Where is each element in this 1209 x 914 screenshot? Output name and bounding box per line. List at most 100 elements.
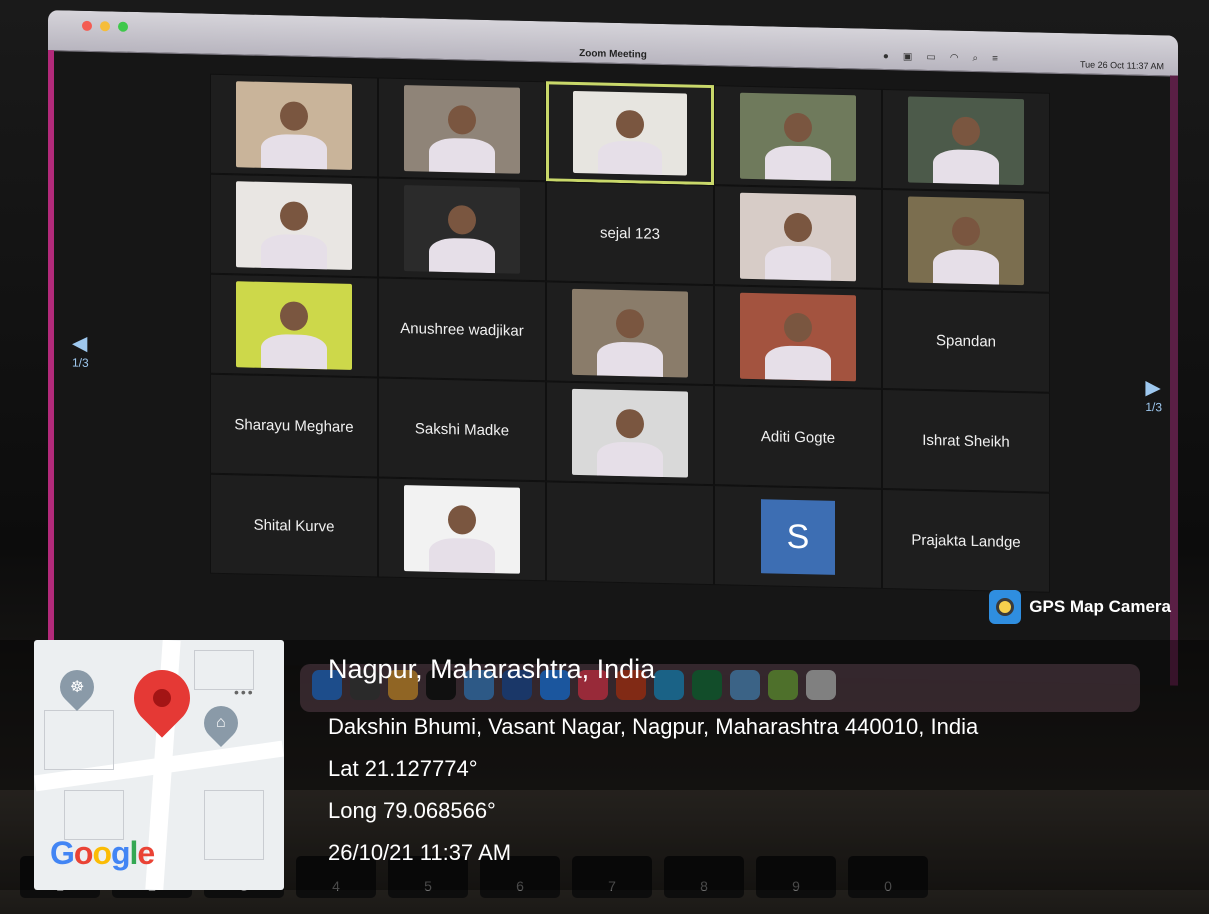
participant-tile[interactable] — [378, 77, 546, 182]
location-city: Nagpur, Maharashtra, India — [328, 654, 656, 684]
participant-video — [235, 281, 353, 371]
gps-brand: GPS Map Camera — [989, 590, 1171, 624]
participant-face — [280, 201, 308, 232]
participant-body — [597, 341, 663, 378]
participant-avatar: S — [761, 499, 835, 575]
window-title: Zoom Meeting — [579, 48, 647, 61]
close-window-button[interactable] — [82, 20, 92, 31]
participant-body — [933, 248, 999, 285]
participant-video — [403, 84, 521, 174]
more-dots-icon: ••• — [234, 684, 255, 700]
participant-tile[interactable] — [546, 281, 714, 386]
participant-tile[interactable] — [546, 381, 714, 486]
map-block — [44, 710, 114, 770]
participant-body — [933, 148, 999, 185]
participant-video — [907, 96, 1025, 186]
participant-video — [739, 192, 857, 282]
participant-name: Spandan — [935, 331, 997, 351]
participant-tile[interactable] — [714, 185, 882, 289]
participant-video — [573, 90, 687, 176]
map-block — [64, 790, 124, 840]
participant-tile[interactable]: Shital Kurve — [210, 473, 378, 578]
search-icon[interactable]: ⌕ — [973, 53, 979, 64]
participant-face — [952, 216, 980, 247]
participant-body — [765, 144, 831, 181]
control-center-icon[interactable]: ≡ — [992, 53, 998, 64]
participant-tile[interactable] — [378, 177, 546, 282]
participant-tile[interactable]: Prajakta Landge — [882, 488, 1050, 593]
participant-name: Sharayu Meghare — [234, 415, 354, 436]
participant-tile[interactable]: Anushree wadjikar — [378, 277, 546, 382]
zoom-window-button[interactable] — [118, 21, 128, 32]
participant-tile[interactable]: S — [714, 485, 882, 589]
participant-tile[interactable] — [714, 85, 882, 189]
participant-video — [403, 184, 521, 274]
participant-face — [616, 408, 644, 439]
participant-body — [765, 344, 831, 381]
participant-video — [235, 181, 353, 271]
minimize-window-button[interactable] — [100, 21, 110, 32]
location-latitude: Lat 21.127774° — [328, 756, 478, 781]
participant-tile[interactable]: Spandan — [882, 288, 1050, 393]
participant-face — [280, 101, 308, 132]
chevron-right-icon: ▶ — [1145, 376, 1161, 400]
participant-video — [571, 388, 689, 478]
participant-body — [261, 233, 327, 270]
participant-tile[interactable] — [714, 285, 882, 389]
temple-pin-icon: ☸ — [52, 662, 102, 712]
location-datetime: 26/10/21 11:37 AM — [328, 840, 512, 865]
map-block — [204, 790, 264, 860]
participant-face — [784, 212, 812, 243]
participant-tile[interactable] — [210, 273, 378, 378]
participant-face — [616, 308, 644, 339]
participant-tile[interactable] — [210, 173, 378, 278]
participant-tile[interactable]: Aditi Gogte — [714, 385, 882, 489]
laptop-screen: Zoom Meeting ● ▣ ▭ ◠ ⌕ ≡ Tue 26 Oct 11:3… — [48, 10, 1178, 686]
participant-tile[interactable] — [210, 73, 378, 178]
participant-tile[interactable] — [882, 188, 1050, 293]
screen-icon[interactable]: ▣ — [903, 51, 912, 62]
participant-tile[interactable] — [546, 81, 714, 186]
participant-tile[interactable]: Ishrat Sheikh — [882, 388, 1050, 493]
window-controls — [82, 20, 128, 32]
location-pin-icon — [122, 658, 202, 738]
participant-body — [429, 237, 495, 274]
participant-face — [280, 301, 308, 332]
participant-video — [739, 292, 857, 382]
participant-video — [403, 484, 521, 574]
desktop-edge-left — [48, 50, 54, 671]
participant-name: Shital Kurve — [253, 516, 335, 536]
zoom-status-icon[interactable]: ● — [883, 51, 889, 62]
participant-body — [765, 244, 831, 281]
participant-name: Anushree wadjikar — [400, 319, 524, 340]
participant-tile[interactable]: sejal 123 — [546, 181, 714, 286]
desktop-edge-right — [1170, 75, 1178, 686]
participant-video — [907, 196, 1025, 286]
participant-body — [261, 133, 327, 170]
participant-video — [571, 288, 689, 378]
participant-tile[interactable] — [882, 88, 1050, 193]
participant-gallery: sejal 123 Anushree wadjikar Spandan Sharayu… — [210, 73, 1050, 593]
participant-name: sejal 123 — [599, 224, 661, 243]
next-page-control[interactable]: ▶ 1/3 — [1145, 375, 1162, 414]
participant-face — [448, 204, 476, 235]
participant-face — [784, 312, 812, 343]
prev-page-control[interactable]: ◀ 1/3 — [72, 331, 89, 370]
battery-icon[interactable]: ▭ — [926, 52, 935, 63]
gps-brand-label: GPS Map Camera — [1029, 597, 1171, 616]
participant-tile[interactable] — [378, 477, 546, 582]
chevron-left-icon: ◀ — [72, 332, 88, 355]
participant-name: Prajakta Landge — [911, 531, 1021, 551]
gps-camera-logo-icon — [989, 590, 1022, 624]
menu-clock: Tue 26 Oct 11:37 AM — [1079, 59, 1164, 72]
participant-face — [448, 104, 476, 135]
participant-tile[interactable] — [546, 481, 714, 586]
participant-face — [616, 109, 644, 139]
participant-body — [597, 441, 663, 478]
participant-name: Aditi Gogte — [760, 427, 836, 447]
participant-body — [429, 137, 495, 174]
participant-tile[interactable]: Sakshi Madke — [378, 377, 546, 482]
participant-tile[interactable]: Sharayu Meghare — [210, 373, 378, 478]
participant-face — [448, 504, 476, 535]
wifi-icon[interactable]: ◠ — [950, 52, 959, 63]
